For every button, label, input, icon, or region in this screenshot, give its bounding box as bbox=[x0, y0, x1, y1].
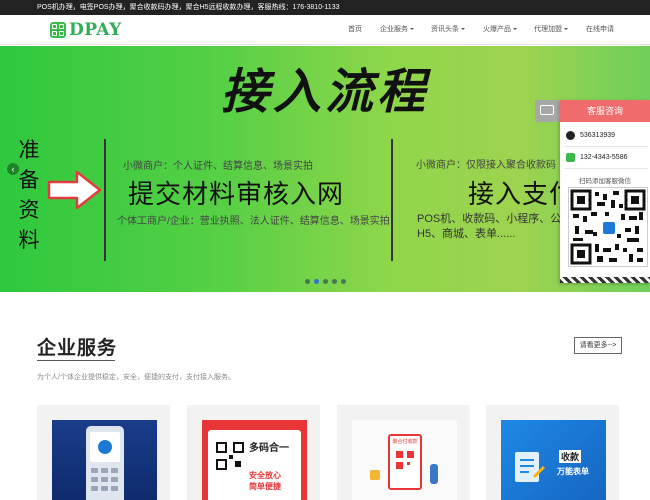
micro-merchant-limit-note: 小微商户：仅限接入聚合收款码 bbox=[416, 160, 556, 171]
nav-hot-products[interactable]: 火爆产品 bbox=[483, 15, 517, 45]
wechat-icon bbox=[566, 153, 575, 162]
submit-materials-step: 提交材料审核入网 bbox=[128, 179, 345, 209]
divider-line bbox=[391, 139, 393, 261]
carousel-dot[interactable] bbox=[341, 279, 346, 284]
qr-sub-easy: 简单便捷 bbox=[249, 482, 281, 491]
divider bbox=[564, 168, 648, 169]
navbar: DPAY 首页 企业服务 资讯头条 火爆产品 代理加盟 在线申请 bbox=[0, 15, 650, 45]
pos-terminal-image bbox=[52, 420, 157, 500]
qr-code-icon bbox=[396, 451, 414, 469]
receipt-line1: 收款 bbox=[559, 450, 582, 463]
carousel-dot[interactable] bbox=[332, 279, 337, 284]
business-merchant-note: 个体工商户/企业：营业执照、法人证件、结算信息、场景实拍 bbox=[117, 216, 390, 227]
pos-terminal-icon bbox=[86, 426, 124, 500]
qq-icon bbox=[566, 131, 575, 140]
wechat-contact[interactable]: 132-4343-5586 bbox=[566, 153, 628, 162]
section-underline bbox=[37, 360, 115, 361]
consult-header: 客服咨询 bbox=[560, 100, 650, 122]
decorative-stripe bbox=[560, 277, 650, 283]
qr-code-icon bbox=[216, 442, 244, 470]
person-icon bbox=[430, 464, 438, 484]
nav-agency[interactable]: 代理加盟 bbox=[534, 15, 568, 45]
nav-home[interactable]: 首页 bbox=[348, 15, 362, 45]
section-title: 企业服务 bbox=[37, 338, 118, 359]
divider-line bbox=[104, 139, 106, 261]
qr-sub-safe: 安全放心 bbox=[249, 471, 281, 480]
wechat-qr-code bbox=[568, 187, 648, 267]
qq-contact[interactable]: 536313939 bbox=[566, 131, 615, 140]
logo-text: DPAY bbox=[69, 19, 122, 40]
caret-down-icon bbox=[513, 28, 517, 31]
section-subtitle: 为个人/个体企业提供稳定，安全，便捷的支付，支付接入服务。 bbox=[37, 374, 235, 381]
carousel-dot[interactable] bbox=[305, 279, 310, 284]
hotline-text: POS机办理，电签POS办理，聚合收款码办理，聚合H5远程收款办理，客服热线：1… bbox=[37, 4, 340, 11]
carousel-dots bbox=[305, 279, 346, 284]
carousel-prev-icon[interactable]: ‹ bbox=[7, 163, 19, 175]
qr-note: 扫码添加客服微信 bbox=[579, 178, 631, 185]
service-card-receipt-form[interactable]: 收款 万能表单 bbox=[486, 405, 619, 500]
payment-logo-icon bbox=[602, 221, 616, 235]
logo-grid-icon bbox=[50, 21, 66, 38]
nav-enterprise-services[interactable]: 企业服务 bbox=[380, 15, 414, 45]
caret-down-icon bbox=[564, 28, 568, 31]
site-logo[interactable]: DPAY bbox=[50, 19, 122, 40]
document-icon bbox=[515, 452, 545, 482]
receipt-form-image: 收款 万能表单 bbox=[501, 420, 606, 500]
prepare-materials-text: 准 备 资 料 bbox=[18, 139, 40, 252]
arrow-right-icon bbox=[47, 170, 102, 210]
qr-stand-image: 多码合一 安全放心 简单便捷 bbox=[202, 420, 307, 500]
service-card-qr-stand[interactable]: 多码合一 安全放心 简单便捷 bbox=[187, 405, 320, 500]
micro-merchant-note: 小微商户：个人证件、结算信息、场景实拍 bbox=[123, 161, 313, 172]
aggregate-payment-image: 聚合付收款 bbox=[352, 420, 457, 500]
top-info-bar: POS机办理，电签POS办理，聚合收款码办理，聚合H5远程收款办理，客服热线：1… bbox=[0, 0, 650, 15]
caret-down-icon bbox=[461, 28, 465, 31]
bag-icon bbox=[370, 470, 380, 480]
service-card-aggregate[interactable]: 聚合付收款 bbox=[337, 405, 470, 500]
qr-headline: 多码合一 bbox=[249, 443, 289, 454]
divider bbox=[564, 146, 648, 147]
nav-news[interactable]: 资讯头条 bbox=[431, 15, 465, 45]
carousel-dot-active[interactable] bbox=[314, 279, 319, 284]
view-more-button[interactable]: 请看更多--> bbox=[574, 337, 622, 354]
chat-toggle-button[interactable] bbox=[535, 100, 559, 122]
nav-apply-online[interactable]: 在线申请 bbox=[586, 15, 614, 45]
aggregate-label: 聚合付收款 bbox=[392, 439, 418, 445]
carousel-dot[interactable] bbox=[323, 279, 328, 284]
payment-products-list: POS机、收款码、小程序、公 H5、商城、表单...... bbox=[417, 213, 562, 240]
consult-panel: 客服咨询 536313939 132-4343-5586 扫码添加客服微信 bbox=[560, 100, 650, 283]
service-card-pos[interactable] bbox=[37, 405, 170, 500]
chat-bubble-icon bbox=[540, 105, 554, 115]
receipt-line2: 万能表单 bbox=[557, 467, 589, 476]
caret-down-icon bbox=[410, 28, 414, 31]
hero-carousel[interactable]: 接入流程 准 备 资 料 小微商户：个人证件、结算信息、场景实拍 提交材料审核入… bbox=[0, 46, 650, 292]
